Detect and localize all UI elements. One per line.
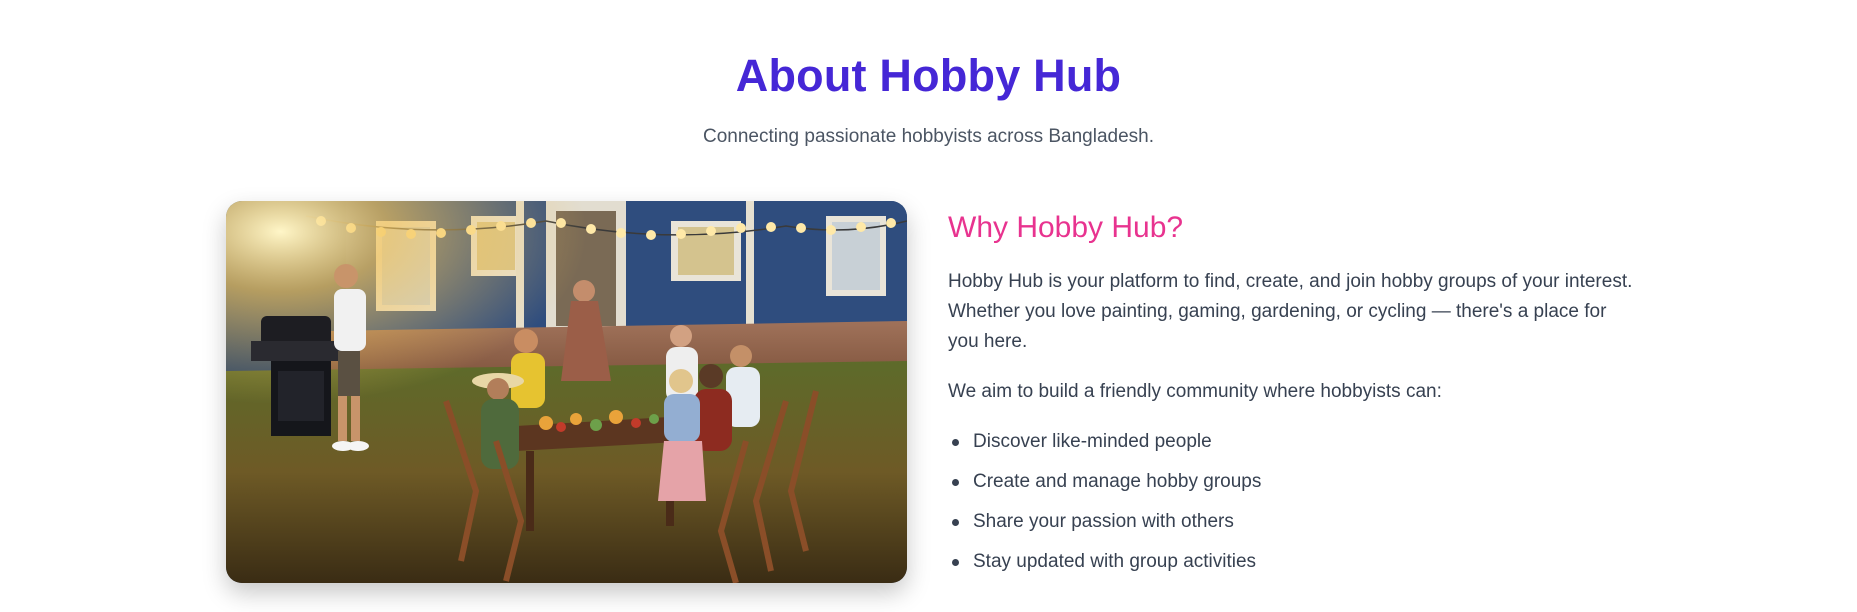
aim-paragraph: We aim to build a friendly community whe… [948, 381, 1442, 402]
page-subtitle: Connecting passionate hobbyists across B… [702, 126, 1154, 147]
community-photo [226, 201, 907, 583]
intro-paragraph: Hobby Hub is your platform to find, crea… [948, 271, 1633, 352]
bullet-icon [952, 439, 959, 446]
list-item: Stay updated with group activities [948, 547, 1638, 577]
feature-list: Discover like-minded people Create and m… [948, 427, 1638, 577]
bullet-icon [952, 519, 959, 526]
list-item: Create and manage hobby groups [948, 467, 1638, 497]
list-item-label: Stay updated with group activities [973, 551, 1257, 572]
bullet-icon [952, 559, 959, 566]
bullet-icon [952, 479, 959, 486]
section-title: Why Hobby Hub? [948, 211, 1184, 244]
list-item-label: Create and manage hobby groups [973, 471, 1262, 492]
about-section: About Hobby Hub Connecting passionate ho… [0, 0, 1857, 612]
list-item: Discover like-minded people [948, 427, 1638, 457]
list-item-label: Share your passion with others [973, 511, 1234, 532]
list-item: Share your passion with others [948, 507, 1638, 537]
about-content: Why Hobby Hub? Hobby Hub is your platfor… [948, 205, 1638, 587]
list-item-label: Discover like-minded people [973, 431, 1212, 452]
outdoor-dinner-photo [226, 201, 907, 583]
page-title: About Hobby Hub [735, 50, 1122, 101]
